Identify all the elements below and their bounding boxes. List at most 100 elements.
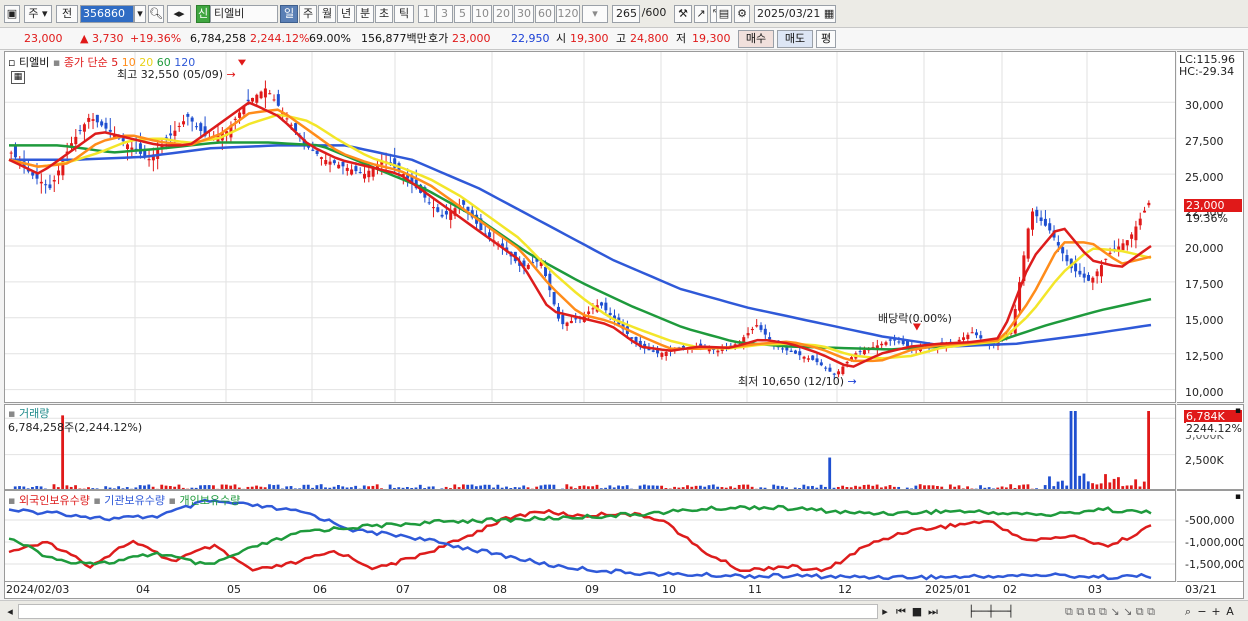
candle <box>250 97 254 102</box>
candle <box>95 114 99 123</box>
volume-chart[interactable]: ▪ 거래량 6,784,258주(2,244.12%) <box>4 404 1176 490</box>
y-tick: 25,000 <box>1185 171 1224 184</box>
candle <box>173 130 177 136</box>
candle <box>13 146 17 158</box>
stock-name-field[interactable]: 티엘비 <box>210 5 278 23</box>
interval-120[interactable]: 120 <box>556 5 580 23</box>
grid-toggle-icon[interactable]: ▦ <box>11 71 25 84</box>
first-icon[interactable]: ⏮ <box>894 604 908 619</box>
candle <box>1030 211 1034 230</box>
candle <box>1065 255 1069 262</box>
candle <box>561 314 565 325</box>
candle <box>604 302 608 311</box>
market-select[interactable]: 주 ▾ <box>24 5 52 23</box>
zoom-in-icon[interactable]: + <box>1210 604 1222 619</box>
y-tick: 27,500 <box>1185 135 1224 148</box>
candle <box>48 184 52 189</box>
legend-separator: ▪ <box>93 494 101 507</box>
speed-slider[interactable]: ├──┼──┤ <box>946 604 1036 619</box>
stop-icon[interactable]: ■ <box>910 604 924 619</box>
candle <box>569 320 573 324</box>
y-tick: 20,000 <box>1185 242 1224 255</box>
y-tick: 12,500 <box>1185 350 1224 363</box>
candle <box>862 350 866 355</box>
text-a-icon[interactable]: A <box>1224 604 1236 619</box>
candle <box>1143 210 1147 213</box>
candle <box>324 160 328 165</box>
last-icon[interactable]: ⏭ <box>926 604 940 619</box>
legend-box-icon: ▫ <box>8 56 16 69</box>
window-menu-icon[interactable]: ▣ <box>4 5 20 23</box>
vol-tick: 2,500K <box>1185 454 1224 467</box>
candle <box>328 161 332 165</box>
candle <box>82 124 86 132</box>
interval-10[interactable]: 10 <box>472 5 492 23</box>
gear-icon[interactable]: ⚙ <box>734 5 750 23</box>
candle <box>1121 243 1125 251</box>
date-tick: 08 <box>493 583 507 596</box>
candle <box>552 291 556 305</box>
chart-settings-icon[interactable]: ⚒ <box>674 5 692 23</box>
candle <box>238 112 242 118</box>
interval-custom-select[interactable]: ▾ <box>582 5 608 23</box>
drawing-tools[interactable]: ⧉ ⧉ ⧉ ⧉ ↘ ↘ ⧉ ⧉ <box>1040 604 1180 619</box>
interval-60[interactable]: 60 <box>535 5 555 23</box>
period-minute[interactable]: 분 <box>356 5 374 23</box>
calendar-icon[interactable]: ▦ <box>824 7 834 20</box>
interval-30[interactable]: 30 <box>514 5 534 23</box>
prev-button[interactable]: 전 <box>56 5 78 23</box>
period-second[interactable]: 초 <box>375 5 393 23</box>
code-dropdown-icon[interactable]: ▾ <box>134 5 146 23</box>
volume-bar <box>1099 483 1103 489</box>
interval-20[interactable]: 20 <box>493 5 513 23</box>
high-price: 24,800 <box>630 32 669 45</box>
candle <box>190 117 194 122</box>
date-input[interactable]: 2025/03/21 ▦ <box>754 5 836 23</box>
candle <box>341 161 345 167</box>
code-input[interactable]: 356860 <box>80 5 134 23</box>
zoom-out-icon[interactable]: − <box>1196 604 1208 619</box>
panel-close-icon[interactable]: ▪ <box>1235 492 1241 502</box>
zoom-search-icon[interactable]: ⌕ <box>1182 604 1194 619</box>
candle <box>1138 218 1142 226</box>
interval-1[interactable]: 1 <box>418 5 435 23</box>
scroll-track[interactable] <box>18 604 878 619</box>
candle <box>1108 252 1112 254</box>
scroll-left-icon[interactable]: ◂ <box>4 604 16 619</box>
play-icon[interactable]: ▸ <box>878 604 892 619</box>
search-icon[interactable]: 🔍︎ <box>148 5 164 23</box>
open-label: 시 <box>556 32 567 45</box>
buy-button[interactable]: 매수 <box>738 30 774 48</box>
eval-button[interactable]: 평 <box>816 30 836 48</box>
period-year[interactable]: 년 <box>337 5 355 23</box>
period-month[interactable]: 월 <box>318 5 336 23</box>
period-tick[interactable]: 틱 <box>394 5 414 23</box>
count-input[interactable]: 265 <box>612 5 640 23</box>
holding-chart[interactable]: ▪ 외국인보유수량 ▪ 기관보유수량 ▪ 개인보유수량 <box>4 490 1176 582</box>
save-icon[interactable]: ▤ <box>716 5 732 23</box>
interval-5[interactable]: 5 <box>454 5 471 23</box>
sell-button[interactable]: 매도 <box>777 30 813 48</box>
volume-value-label: 6,784,258주(2,244.12%) <box>8 421 143 434</box>
candle <box>664 352 668 356</box>
candle <box>350 169 354 175</box>
candle <box>806 358 810 360</box>
candle <box>199 123 203 132</box>
crosshair-icon[interactable]: ↗ <box>694 5 708 23</box>
date-value: 2025/03/21 <box>757 7 821 20</box>
y-tick: 10,000 <box>1185 386 1224 399</box>
period-day[interactable]: 일 <box>280 5 298 23</box>
volume-ratio: 2,244.12% <box>250 32 310 45</box>
period-week[interactable]: 주 <box>299 5 317 23</box>
price-chart[interactable]: ▫ 티엘비 ▪ 종가 단순 5 10 20 60 120 ▦ 최고 32,550… <box>4 51 1176 403</box>
legend-title: 종가 단순 <box>63 56 108 69</box>
chart-scrollbar[interactable]: ◂ ▸ ⏮ ■ ⏭ ├──┼──┤ ⧉ ⧉ ⧉ ⧉ ↘ ↘ ⧉ ⧉ ⌕ − + … <box>0 600 1248 621</box>
candle <box>311 149 315 151</box>
panel-close-icon[interactable]: ▪ <box>1235 406 1241 416</box>
candle <box>121 138 125 142</box>
interval-3[interactable]: 3 <box>436 5 453 23</box>
candle <box>194 126 198 128</box>
candle <box>1026 228 1030 259</box>
speaker-icon[interactable]: ◂▸ <box>167 5 191 23</box>
candle <box>893 339 897 341</box>
